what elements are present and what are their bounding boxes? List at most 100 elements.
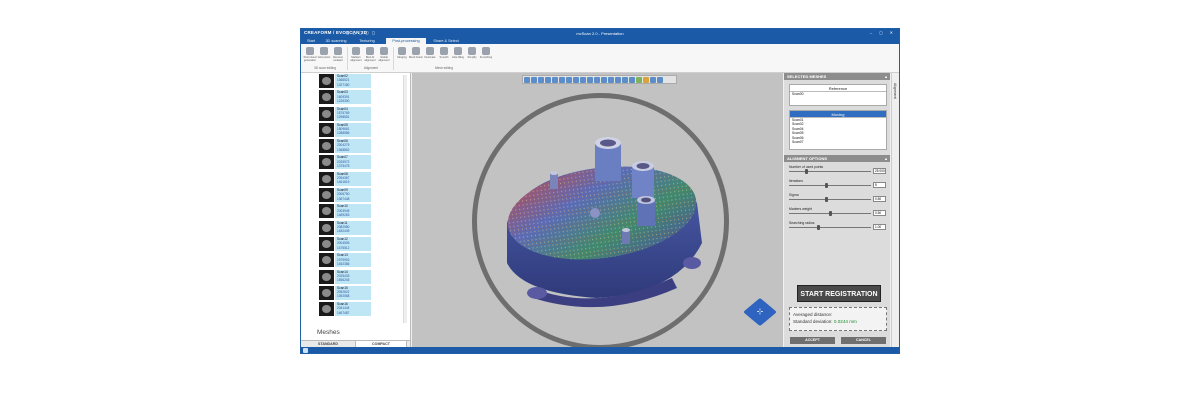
markers-icon bbox=[352, 47, 360, 55]
slider-knob[interactable] bbox=[825, 183, 828, 188]
registration-results: Averaged distance: Standard deviation: 0… bbox=[789, 307, 887, 331]
scan-row[interactable]: 👁Scan0920067501367448 bbox=[319, 187, 407, 203]
scan-row[interactable]: 👁Scan1120825801452449 bbox=[319, 220, 407, 236]
scan-info: Scan10 2003945 1469263 bbox=[335, 204, 371, 219]
scan-row[interactable]: 👁Scan0620042751368852 bbox=[319, 138, 407, 154]
averaged-distance-label: Averaged distance: bbox=[793, 312, 833, 317]
used-points-slider[interactable] bbox=[789, 171, 871, 172]
start-registration-button[interactable]: START REGISTRATION bbox=[797, 285, 881, 302]
scan-row[interactable]: 👁Scan0213665211327180 bbox=[319, 73, 407, 89]
slider-knob[interactable] bbox=[805, 169, 808, 174]
scanned-part-model[interactable] bbox=[412, 73, 783, 347]
scan-row[interactable]: 👁Scan1220045051475512 bbox=[319, 236, 407, 252]
scan-row[interactable]: 👁Scan0820943671461619 bbox=[319, 171, 407, 187]
scan-triangle-count: 1327180 bbox=[337, 82, 350, 87]
collapse-icon[interactable]: ▴ bbox=[885, 155, 887, 162]
decimate-button[interactable]: Decimate bbox=[423, 47, 437, 59]
scan-info: Scan15 2052822 1392558 bbox=[335, 285, 371, 300]
scan-info: Scan16 2041444 1467487 bbox=[335, 302, 371, 316]
markers-weight-field[interactable]: 0.50 bbox=[873, 210, 886, 216]
scan-row[interactable]: 👁Scan1520528221392558 bbox=[319, 285, 407, 301]
group-alignment: Alignment bbox=[363, 66, 379, 70]
option-sigma: Sigma 0.50 bbox=[789, 193, 887, 202]
slider-knob[interactable] bbox=[817, 225, 820, 230]
scan-list-scrollbar[interactable] bbox=[403, 75, 407, 323]
scan-row[interactable]: 👁Scan1420254331556245 bbox=[319, 269, 407, 285]
ribbon: Point cloud generation Grid points Remov… bbox=[301, 44, 899, 73]
selected-meshes-header[interactable]: SELECTED MESHES ▴ bbox=[784, 73, 890, 80]
grid-points-button[interactable]: Grid points bbox=[317, 47, 331, 59]
scan-info: Scan13 1979903 1452386 bbox=[335, 253, 371, 268]
collapse-icon[interactable]: ▴ bbox=[885, 73, 887, 80]
best-fit-button[interactable]: Best-fit alignment bbox=[363, 47, 377, 62]
3d-viewport[interactable]: ⊹ bbox=[412, 73, 783, 347]
scan-triangle-count: 1475512 bbox=[337, 245, 350, 250]
scan-info: Scan08 2094367 1461619 bbox=[335, 171, 371, 186]
scan-triangle-count: 1375478 bbox=[337, 164, 350, 169]
markers-alignment-button[interactable]: Markers alignment bbox=[349, 47, 363, 62]
scan-row[interactable]: 👁Scan1319799031452386 bbox=[319, 252, 407, 268]
moving-header: Moving bbox=[790, 111, 886, 118]
std-dev-value: 0.0244 mm bbox=[833, 319, 857, 324]
searching-radius-field[interactable]: 1.00 bbox=[873, 224, 886, 230]
scan-thumbnail bbox=[319, 139, 334, 154]
scan-thumbnail bbox=[319, 302, 334, 316]
scan-row[interactable]: 👁Scan1020039451469263 bbox=[319, 203, 407, 219]
used-points-field[interactable]: 25 000 bbox=[873, 168, 886, 174]
scan-row[interactable]: 👁Scan0720259721375478 bbox=[319, 154, 407, 170]
merge-icon bbox=[398, 47, 406, 55]
scan-thumbnail bbox=[319, 285, 334, 300]
alignment-options-header[interactable]: ALIGMENT OPTIONS ▴ bbox=[784, 155, 890, 162]
slider-knob[interactable] bbox=[825, 197, 828, 202]
scan-list[interactable]: 👁Scan0213665211327180👁Scan03160939112253… bbox=[319, 73, 407, 316]
scan-triangle-count: 1461619 bbox=[337, 180, 350, 185]
remove-isolated-button[interactable]: Remove isolated bbox=[331, 47, 345, 62]
meshes-panel: 👁Scan0213665211327180👁Scan03160939112253… bbox=[301, 73, 411, 348]
scan-info: Scan03 1609391 1225300 bbox=[335, 90, 371, 105]
smooth-icon bbox=[440, 47, 448, 55]
smooth-button[interactable]: Smooth bbox=[437, 47, 451, 59]
scan-info: Scan14 2025433 1556245 bbox=[335, 269, 371, 284]
scan-row[interactable]: 👁Scan1620414441467487 bbox=[319, 301, 407, 316]
option-used-points: Number of used points 25 000 bbox=[789, 165, 886, 174]
scan-info: Scan11 2082580 1452449 bbox=[335, 220, 371, 235]
scan-info: Scan02 1366521 1327180 bbox=[335, 74, 371, 88]
hole-filling-button[interactable]: Hole filling bbox=[451, 47, 465, 59]
scan-row[interactable]: 👁Scan0316093911225300 bbox=[319, 89, 407, 105]
scan-thumbnail bbox=[319, 253, 334, 268]
accept-button[interactable]: ACCEPT bbox=[790, 337, 835, 344]
reference-item[interactable]: Scan00 bbox=[790, 92, 886, 96]
sigma-field[interactable]: 0.50 bbox=[873, 196, 886, 202]
reference-header: Reference bbox=[790, 85, 886, 92]
simplify-button[interactable]: Simplify bbox=[465, 47, 479, 59]
sigma-slider[interactable] bbox=[789, 199, 871, 200]
best-fit-icon bbox=[366, 47, 374, 55]
merging-button[interactable]: Merging bbox=[395, 47, 409, 59]
searching-radius-slider[interactable] bbox=[789, 227, 871, 228]
option-iterations: Iterations 5 bbox=[789, 179, 887, 188]
group-mesh-editing: Mesh editing bbox=[434, 66, 454, 70]
scan-row[interactable]: 👁Scan0415757691298551 bbox=[319, 106, 407, 122]
scan-triangle-count: 1367448 bbox=[337, 196, 350, 201]
mesh-fusion-button[interactable]: Mesh fusion bbox=[409, 47, 423, 59]
iterations-field[interactable]: 5 bbox=[873, 182, 886, 188]
cancel-button[interactable]: CANCEL bbox=[841, 337, 886, 344]
scan-thumbnail bbox=[319, 122, 334, 137]
scan-info: Scan12 2004505 1475512 bbox=[335, 236, 371, 251]
window-controls[interactable]: – ◻ ✕ bbox=[870, 30, 896, 35]
scan-thumbnail bbox=[319, 74, 334, 88]
option-markers-weight: Markers weight 0.50 bbox=[789, 207, 887, 216]
side-tab-alignment[interactable]: Alignment bbox=[891, 73, 899, 347]
iterations-slider[interactable] bbox=[789, 185, 871, 186]
moving-box: Moving Scan01 Scan02 Scan04 Scan05 Scan0… bbox=[789, 110, 887, 150]
title-bar: CREAFORM / EVOSCAN 3D ◻ ◻ ◻ ◻ ◻ mvScan 2… bbox=[301, 29, 899, 37]
point-cloud-button[interactable]: Point cloud generation bbox=[303, 47, 317, 62]
scan-row[interactable]: 👁Scan0515096611288586 bbox=[319, 122, 407, 138]
moving-item[interactable]: Scan07 bbox=[790, 140, 886, 144]
navigation-cube-icon: ⊹ bbox=[756, 307, 764, 316]
scan-triangle-count: 1225300 bbox=[337, 98, 350, 103]
global-alignment-button[interactable]: Global alignment bbox=[377, 47, 391, 62]
slider-knob[interactable] bbox=[829, 211, 832, 216]
app-window: CREAFORM / EVOSCAN 3D ◻ ◻ ◻ ◻ ◻ mvScan 2… bbox=[300, 28, 900, 354]
smoothing-button[interactable]: Smoothing bbox=[479, 47, 493, 59]
